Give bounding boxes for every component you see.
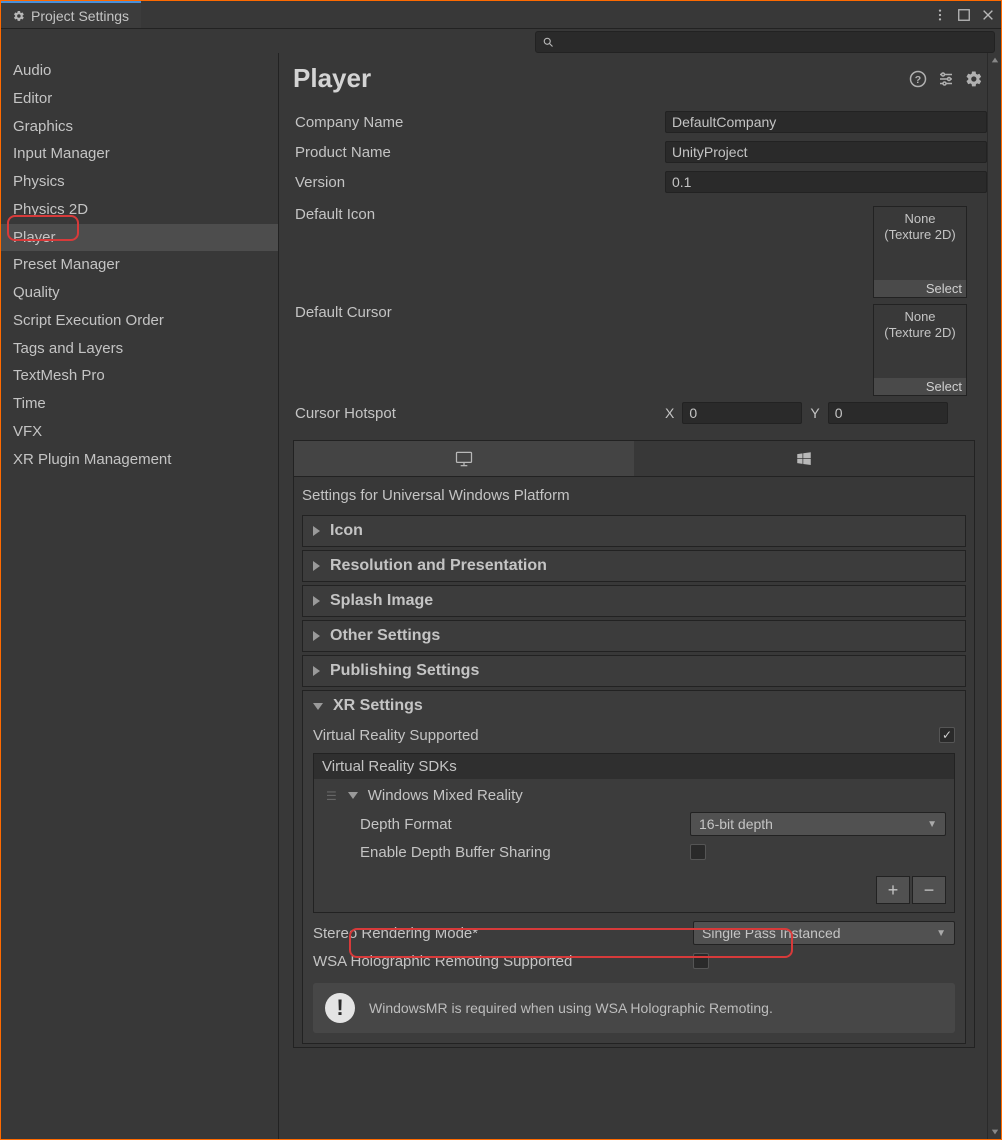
foldout-splash[interactable]: Splash Image bbox=[303, 586, 965, 616]
company-name-label: Company Name bbox=[293, 114, 665, 131]
depth-format-dropdown[interactable]: 16-bit depth ▼ bbox=[690, 812, 946, 836]
version-input[interactable] bbox=[665, 171, 987, 193]
sidebar-item-physics-2d[interactable]: Physics 2D bbox=[1, 196, 278, 224]
depth-sharing-checkbox[interactable] bbox=[690, 844, 706, 860]
chevron-right-icon bbox=[313, 561, 320, 571]
chevron-right-icon bbox=[313, 526, 320, 536]
sidebar-item-graphics[interactable]: Graphics bbox=[1, 113, 278, 141]
foldout-icon[interactable]: Icon bbox=[303, 516, 965, 546]
sidebar-item-audio[interactable]: Audio bbox=[1, 57, 278, 85]
sidebar-item-editor[interactable]: Editor bbox=[1, 85, 278, 113]
monitor-icon bbox=[454, 449, 474, 469]
default-icon-well[interactable]: None (Texture 2D) Select bbox=[873, 206, 967, 298]
foldout-other[interactable]: Other Settings bbox=[303, 621, 965, 651]
platform-tab-uwp[interactable] bbox=[634, 441, 974, 477]
windows-icon bbox=[795, 450, 813, 468]
wsa-remoting-checkbox[interactable] bbox=[693, 953, 709, 969]
chevron-right-icon bbox=[313, 631, 320, 641]
vr-supported-checkbox[interactable] bbox=[939, 727, 955, 743]
version-label: Version bbox=[293, 174, 665, 191]
info-icon: ! bbox=[325, 993, 355, 1023]
default-icon-label: Default Icon bbox=[293, 206, 873, 223]
sidebar-item-textmesh-pro[interactable]: TextMesh Pro bbox=[1, 362, 278, 390]
sidebar-item-input-manager[interactable]: Input Manager bbox=[1, 140, 278, 168]
vr-supported-label: Virtual Reality Supported bbox=[313, 727, 939, 744]
foldout-xr[interactable]: XR Settings bbox=[303, 691, 965, 721]
close-icon[interactable] bbox=[981, 8, 995, 22]
default-cursor-label: Default Cursor bbox=[293, 304, 873, 321]
svg-text:?: ? bbox=[915, 73, 921, 85]
window-menu-icon[interactable] bbox=[933, 8, 947, 22]
foldout-resolution[interactable]: Resolution and Presentation bbox=[303, 551, 965, 581]
stereo-mode-label: Stereo Rendering Mode* bbox=[313, 925, 693, 942]
sidebar-item-time[interactable]: Time bbox=[1, 390, 278, 418]
foldout-publishing[interactable]: Publishing Settings bbox=[303, 656, 965, 686]
chevron-down-icon: ▼ bbox=[927, 819, 937, 830]
hotspot-x-input[interactable] bbox=[682, 402, 802, 424]
tab-title: Project Settings bbox=[31, 8, 129, 24]
chevron-right-icon bbox=[313, 596, 320, 606]
sidebar-item-script-execution-order[interactable]: Script Execution Order bbox=[1, 307, 278, 335]
vertical-scrollbar[interactable] bbox=[987, 53, 1001, 1139]
sdk-add-button[interactable]: + bbox=[876, 876, 910, 904]
window-tab[interactable]: Project Settings bbox=[1, 1, 141, 28]
product-name-input[interactable] bbox=[665, 141, 987, 163]
sidebar-item-preset-manager[interactable]: Preset Manager bbox=[1, 251, 278, 279]
scroll-up-icon[interactable] bbox=[990, 53, 999, 67]
help-icon[interactable]: ? bbox=[909, 70, 927, 88]
gear-icon[interactable] bbox=[965, 70, 983, 88]
chevron-down-icon bbox=[348, 792, 358, 799]
vr-sdks-box: Virtual Reality SDKs ☰ Windows Mixed Rea… bbox=[313, 753, 955, 913]
search-input[interactable] bbox=[560, 35, 988, 50]
sidebar-item-player[interactable]: Player bbox=[1, 224, 278, 252]
company-name-input[interactable] bbox=[665, 111, 987, 133]
hotspot-x-label: X bbox=[665, 405, 674, 421]
settings-category-list: AudioEditorGraphicsInput ManagerPhysicsP… bbox=[1, 53, 279, 1139]
sidebar-item-quality[interactable]: Quality bbox=[1, 279, 278, 307]
info-text: WindowsMR is required when using WSA Hol… bbox=[369, 1000, 773, 1016]
chevron-down-icon bbox=[313, 703, 323, 710]
presets-icon[interactable] bbox=[937, 70, 955, 88]
hotspot-y-label: Y bbox=[810, 405, 819, 421]
default-cursor-placeholder-1: None bbox=[904, 309, 935, 324]
sidebar-item-vfx[interactable]: VFX bbox=[1, 418, 278, 446]
default-cursor-well[interactable]: None (Texture 2D) Select bbox=[873, 304, 967, 396]
platform-tab-standalone[interactable] bbox=[294, 441, 634, 477]
sidebar-item-physics[interactable]: Physics bbox=[1, 168, 278, 196]
search-box[interactable] bbox=[535, 31, 995, 53]
chevron-right-icon bbox=[313, 666, 320, 676]
info-message: ! WindowsMR is required when using WSA H… bbox=[313, 983, 955, 1033]
drag-handle-icon[interactable]: ☰ bbox=[326, 789, 338, 803]
wsa-remoting-label: WSA Holographic Remoting Supported bbox=[313, 953, 693, 970]
platform-settings-header: Settings for Universal Windows Platform bbox=[294, 477, 974, 512]
sidebar-item-tags-and-layers[interactable]: Tags and Layers bbox=[1, 335, 278, 363]
hotspot-y-input[interactable] bbox=[828, 402, 948, 424]
default-icon-select-button[interactable]: Select bbox=[874, 280, 966, 297]
gear-icon bbox=[13, 10, 25, 22]
scroll-down-icon[interactable] bbox=[990, 1125, 999, 1139]
default-icon-placeholder-1: None bbox=[904, 211, 935, 226]
chevron-down-icon: ▼ bbox=[936, 928, 946, 939]
search-icon bbox=[542, 36, 554, 48]
sidebar-item-xr-plugin-management[interactable]: XR Plugin Management bbox=[1, 446, 278, 474]
maximize-icon[interactable] bbox=[957, 8, 971, 22]
page-title: Player bbox=[293, 63, 371, 94]
default-cursor-select-button[interactable]: Select bbox=[874, 378, 966, 395]
cursor-hotspot-label: Cursor Hotspot bbox=[293, 405, 665, 422]
default-icon-placeholder-2: (Texture 2D) bbox=[884, 227, 956, 242]
product-name-label: Product Name bbox=[293, 144, 665, 161]
sdk-remove-button[interactable]: − bbox=[912, 876, 946, 904]
depth-sharing-label: Enable Depth Buffer Sharing bbox=[360, 844, 690, 861]
default-cursor-placeholder-2: (Texture 2D) bbox=[884, 325, 956, 340]
vr-sdks-header: Virtual Reality SDKs bbox=[314, 754, 954, 779]
sdk-item-name[interactable]: Windows Mixed Reality bbox=[368, 787, 523, 804]
stereo-mode-dropdown[interactable]: Single Pass Instanced ▼ bbox=[693, 921, 955, 945]
depth-format-label: Depth Format bbox=[360, 816, 690, 833]
